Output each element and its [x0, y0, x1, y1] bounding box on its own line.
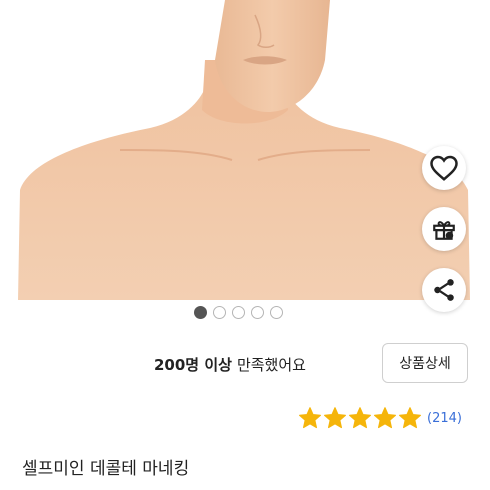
- share-icon: [434, 279, 454, 301]
- product-detail-button[interactable]: 상품상세: [382, 343, 468, 383]
- pagination-dot[interactable]: [232, 306, 245, 319]
- star-icon: [374, 407, 396, 429]
- image-pagination: [0, 306, 490, 320]
- satisfaction-text: 만족했어요: [236, 355, 306, 374]
- product-title: 셀프미인 데콜테 마네킹: [22, 459, 190, 479]
- star-icon: [299, 407, 321, 429]
- star-rating: [298, 406, 423, 430]
- pagination-dot[interactable]: [194, 306, 207, 319]
- star-icon: [324, 407, 346, 429]
- pagination-dot[interactable]: [270, 306, 283, 319]
- product-image: [0, 0, 490, 300]
- satisfaction-summary: 200명 이상 만족했어요: [154, 353, 306, 375]
- satisfaction-count: 200명 이상: [154, 355, 232, 374]
- heart-icon: [430, 155, 458, 181]
- review-count[interactable]: (214): [427, 411, 462, 426]
- mannequin-illustration: [18, 0, 470, 300]
- star-icon: [399, 407, 421, 429]
- pagination-dot[interactable]: [251, 306, 264, 319]
- rating[interactable]: (214): [298, 405, 462, 431]
- like-button[interactable]: [422, 146, 466, 190]
- gift-icon: [433, 221, 455, 240]
- star-icon: [349, 407, 371, 429]
- gift-button[interactable]: [422, 207, 466, 251]
- pagination-dot[interactable]: [213, 306, 226, 319]
